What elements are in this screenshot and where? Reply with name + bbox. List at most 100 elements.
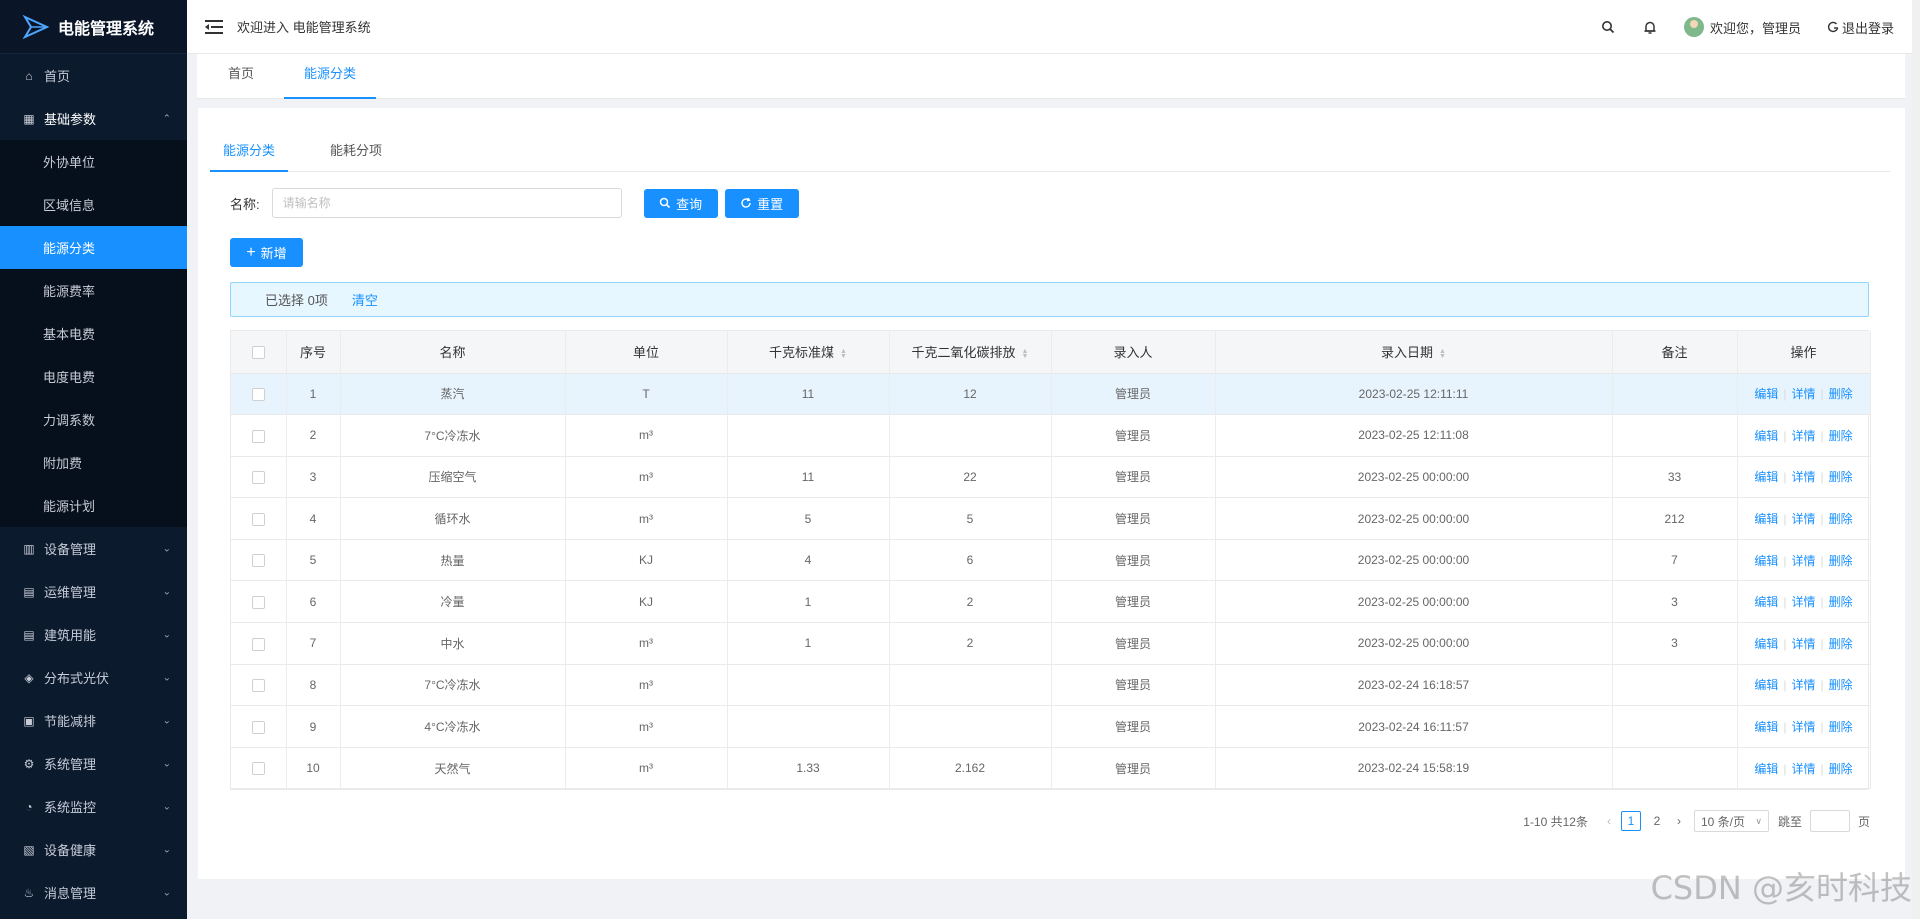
sort-icon[interactable]: ▲ ▼ [840, 348, 847, 360]
row-checkbox[interactable] [251, 595, 265, 609]
page-tab-energy-category[interactable]: 能源分类 [284, 54, 376, 99]
edit-link[interactable]: 编辑 [1754, 720, 1778, 734]
detail-link[interactable]: 详情 [1791, 429, 1815, 443]
logout-button[interactable]: 退出登录 [1827, 18, 1894, 37]
table-row[interactable]: 8 7°C冷冻水 m³ 管理员 2023-02-24 16:18:57 编辑 | 详情 | 删除 [231, 664, 1871, 707]
sidebar-item[interactable]: ⌂ 首页 [0, 54, 187, 97]
search-icon[interactable] [1600, 19, 1616, 35]
add-button[interactable]: + 新增 [230, 238, 303, 267]
sort-icon[interactable]: ▲ ▼ [1022, 348, 1029, 360]
prev-page-button[interactable]: ‹ [1600, 814, 1618, 828]
edit-link[interactable]: 编辑 [1754, 554, 1778, 568]
table-row[interactable]: 3 压缩空气 m³ 11 22 管理员 2023-02-25 00:00:00 33 编辑 | 详情… [231, 456, 1871, 499]
sidebar-item[interactable]: ▧ 设备健康 ⌄ [0, 828, 187, 871]
page-scrollbar[interactable] [1912, 0, 1920, 919]
sort-icon[interactable]: ▲ ▼ [1439, 348, 1446, 360]
edit-link[interactable]: 编辑 [1754, 387, 1778, 401]
select-all-checkbox[interactable] [251, 346, 265, 360]
user-menu[interactable]: 欢迎您，管理员 [1683, 17, 1801, 37]
row-checkbox[interactable] [251, 679, 265, 693]
sidebar-item[interactable]: ♨ 消息管理 ⌄ [0, 871, 187, 914]
delete-link[interactable]: 删除 [1829, 512, 1853, 526]
row-checkbox[interactable] [251, 471, 265, 485]
sidebar-item[interactable]: ◈ 分布式光伏 ⌄ [0, 656, 187, 699]
edit-link[interactable]: 编辑 [1754, 762, 1778, 776]
delete-link[interactable]: 删除 [1829, 678, 1853, 692]
jump-page-input[interactable] [1809, 810, 1850, 832]
page-size-select[interactable]: 10 条/页 ∨ [1693, 810, 1769, 832]
edit-link[interactable]: 编辑 [1754, 678, 1778, 692]
table-row[interactable]: 1 蒸汽 T 11 12 管理员 2023-02-25 12:11:11 编辑 | 详情 | 删除 [231, 373, 1871, 416]
table-row[interactable]: 4 循环水 m³ 5 5 管理员 2023-02-25 00:00:00 212 编辑 | 详情 | 删… [231, 497, 1871, 540]
delete-link[interactable]: 删除 [1829, 429, 1853, 443]
detail-link[interactable]: 详情 [1791, 720, 1815, 734]
sidebar-subitem[interactable]: 能源分类 [0, 226, 187, 269]
cell-co2: 5 [889, 497, 1052, 540]
row-checkbox[interactable] [251, 512, 265, 526]
col-header-co2[interactable]: 千克二氧化碳排放 ▲ ▼ [889, 331, 1052, 374]
sidebar-subitem[interactable]: 力调系数 [0, 398, 187, 441]
row-checkbox[interactable] [251, 554, 265, 568]
col-header-coal[interactable]: 千克标准煤 ▲ ▼ [727, 331, 890, 374]
table-row[interactable]: 10 天然气 m³ 1.33 2.162 管理员 2023-02-24 15:58:19 编辑… [231, 747, 1871, 790]
row-checkbox[interactable] [251, 429, 265, 443]
sidebar-subitem[interactable]: 区域信息 [0, 183, 187, 226]
detail-link[interactable]: 详情 [1791, 554, 1815, 568]
table-row[interactable]: 5 热量 KJ 4 6 管理员 2023-02-25 00:00:00 7 编辑 | 详情 | 删除 [231, 539, 1871, 582]
detail-link[interactable]: 详情 [1791, 595, 1815, 609]
detail-link[interactable]: 详情 [1791, 387, 1815, 401]
menu-fold-icon[interactable] [205, 19, 223, 35]
add-label: 新增 [260, 246, 287, 261]
page-tab-home[interactable]: 首页 [228, 54, 254, 99]
sidebar-item[interactable]: ▥ 设备管理 ⌄ [0, 527, 187, 570]
detail-link[interactable]: 详情 [1791, 678, 1815, 692]
detail-link[interactable]: 详情 [1791, 762, 1815, 776]
row-checkbox[interactable] [251, 762, 265, 776]
detail-link[interactable]: 详情 [1791, 470, 1815, 484]
sidebar-item[interactable]: ◔ 系统监控 ⌄ [0, 785, 187, 828]
sidebar-subitem[interactable]: 外协单位 [0, 140, 187, 183]
edit-link[interactable]: 编辑 [1754, 470, 1778, 484]
sidebar-subitem[interactable]: 能源费率 [0, 269, 187, 312]
table-row[interactable]: 2 7°C冷冻水 m³ 管理员 2023-02-25 12:11:08 编辑 | 详情 | 删除 [231, 414, 1871, 457]
sidebar-item[interactable]: ⚙ 系统管理 ⌄ [0, 742, 187, 785]
edit-link[interactable]: 编辑 [1754, 595, 1778, 609]
name-search-input[interactable] [271, 188, 622, 218]
table-row[interactable]: 9 4°C冷冻水 m³ 管理员 2023-02-24 16:11:57 编辑 | 详情 | 删除 [231, 705, 1871, 748]
delete-link[interactable]: 删除 [1829, 637, 1853, 651]
detail-link[interactable]: 详情 [1791, 512, 1815, 526]
query-button[interactable]: 查询 [643, 188, 718, 218]
bell-icon[interactable] [1642, 19, 1658, 35]
delete-link[interactable]: 删除 [1829, 720, 1853, 734]
table-row[interactable]: 7 中水 m³ 1 2 管理员 2023-02-25 00:00:00 3 编辑 | 详情 | 删除 [231, 622, 1871, 665]
row-checkbox[interactable] [251, 720, 265, 734]
sidebar-item[interactable]: ▤ 建筑用能 ⌄ [0, 613, 187, 656]
sidebar-subitem[interactable]: 附加费 [0, 441, 187, 484]
row-checkbox[interactable] [251, 637, 265, 651]
delete-link[interactable]: 删除 [1829, 554, 1853, 568]
next-page-button[interactable]: › [1670, 814, 1688, 828]
sidebar-subitem[interactable]: 基本电费 [0, 312, 187, 355]
sidebar-item[interactable]: ▦ 基础参数 ⌃ [0, 97, 187, 140]
page-1[interactable]: 1 [1620, 811, 1641, 831]
sidebar-subitem[interactable]: 电度电费 [0, 355, 187, 398]
tab-energy-category[interactable]: 能源分类 [210, 136, 288, 172]
delete-link[interactable]: 删除 [1829, 387, 1853, 401]
edit-link[interactable]: 编辑 [1754, 512, 1778, 526]
sidebar-item[interactable]: ▤ 运维管理 ⌄ [0, 570, 187, 613]
edit-link[interactable]: 编辑 [1754, 429, 1778, 443]
detail-link[interactable]: 详情 [1791, 637, 1815, 651]
page-2[interactable]: 2 [1647, 811, 1667, 831]
reset-button[interactable]: 重置 [724, 188, 799, 218]
delete-link[interactable]: 删除 [1829, 762, 1853, 776]
delete-link[interactable]: 删除 [1829, 595, 1853, 609]
tab-energy-items[interactable]: 能耗分项 [330, 136, 382, 172]
row-checkbox[interactable] [251, 387, 265, 401]
sidebar-subitem[interactable]: 能源计划 [0, 484, 187, 527]
table-row[interactable]: 6 冷量 KJ 1 2 管理员 2023-02-25 00:00:00 3 编辑 | 详情 | 删除 [231, 580, 1871, 624]
sidebar-item[interactable]: ▣ 节能减排 ⌄ [0, 699, 187, 742]
delete-link[interactable]: 删除 [1829, 470, 1853, 484]
clear-selection-link[interactable]: 清空 [352, 290, 378, 309]
edit-link[interactable]: 编辑 [1754, 637, 1778, 651]
col-header-date[interactable]: 录入日期 ▲ ▼ [1215, 331, 1613, 374]
